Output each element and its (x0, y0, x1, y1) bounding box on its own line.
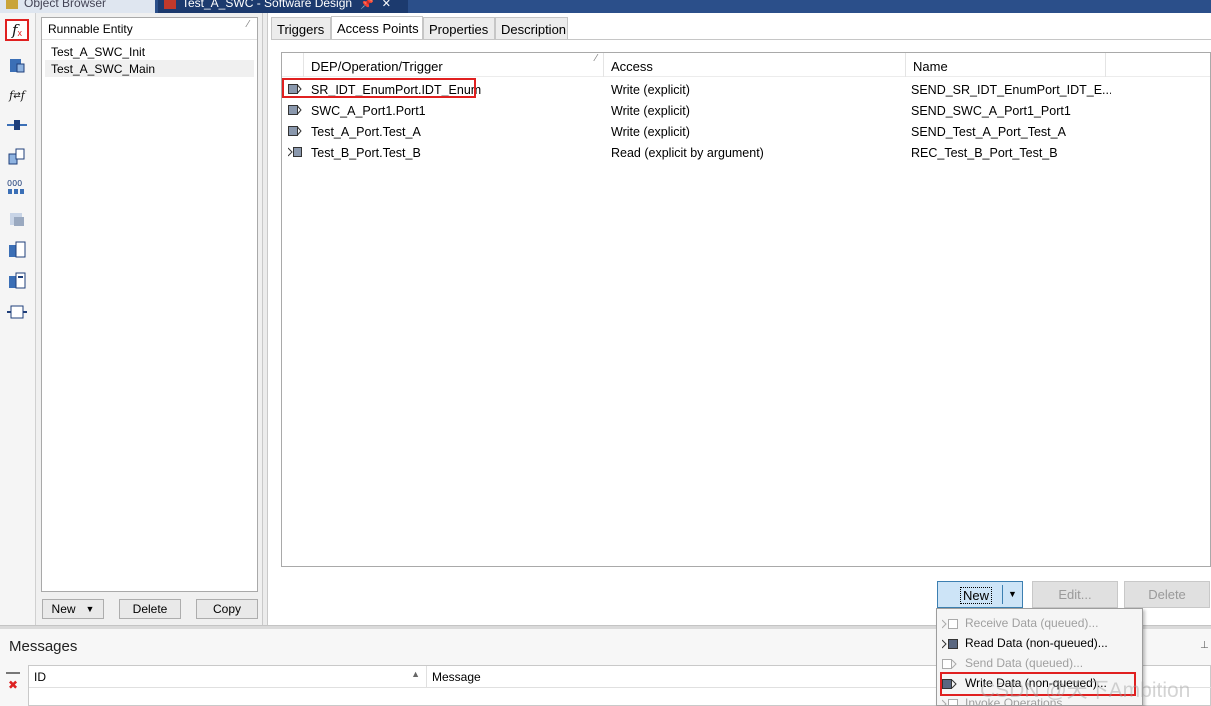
object-browser-icon (6, 0, 18, 9)
edit-button[interactable]: Edit... (1032, 581, 1118, 608)
runnable-entity-list: Runnable Entity ⁄ Test_A_SWC_Init Test_A… (41, 17, 258, 592)
menu-item-label: Send Data (queued)... (965, 656, 1084, 670)
new-access-point-label: New (960, 587, 993, 604)
runnable-entity-header-label: Runnable Entity (48, 22, 133, 36)
new-runnable-label: New (51, 602, 76, 616)
port-connector-icon[interactable] (5, 114, 29, 136)
write-port-icon (288, 105, 302, 115)
column-header-dep[interactable]: DEP/Operation/Trigger ⁄ (304, 53, 604, 77)
dep-cell: Test_B_Port.Test_B (311, 146, 421, 160)
function-mapping-icon[interactable]: f ⇄ f (5, 84, 29, 106)
tab-object-browser[interactable]: Object Browser (0, 0, 155, 13)
delete-runnable-button[interactable]: Delete (119, 599, 181, 619)
database-icon[interactable] (5, 54, 29, 76)
copy-runnable-button[interactable]: Copy (196, 599, 258, 619)
column-header-dep-label: DEP/Operation/Trigger (311, 59, 443, 74)
access-points-table: DEP/Operation/Trigger ⁄ Access Name SR_I… (281, 52, 1211, 567)
receive-queued-icon (942, 619, 958, 629)
delete-button[interactable]: Delete (1124, 581, 1210, 608)
tab-properties[interactable]: Properties (423, 17, 495, 40)
software-design-icon (164, 0, 176, 9)
dep-cell: SWC_A_Port1.Port1 (311, 104, 426, 118)
access-cell: Write (explicit) (611, 125, 690, 139)
sort-icon: ⁄ (595, 53, 597, 64)
memory-icon[interactable] (5, 270, 29, 292)
name-cell: SEND_Test_A_Port_Test_A (911, 125, 1066, 139)
watermark: CSDN @天下Ambition (980, 679, 1191, 702)
runnable-entity-header[interactable]: Runnable Entity ⁄ (42, 18, 257, 40)
table-row[interactable]: Test_B_Port.Test_B Read (explicit by arg… (282, 142, 1210, 163)
menu-item-receive-data-queued[interactable]: Receive Data (queued)... (937, 613, 1142, 633)
runnable-item[interactable]: Test_A_SWC_Init (45, 43, 254, 60)
exclusive-areas-icon[interactable] (5, 239, 29, 261)
read-port-icon (288, 147, 302, 157)
column-header-id-label: ID (34, 670, 46, 684)
send-queued-icon (942, 659, 957, 669)
read-nonqueued-icon (942, 639, 958, 649)
name-cell: SEND_SWC_A_Port1_Port1 (911, 104, 1071, 118)
sort-icon: ⁄ (247, 19, 249, 30)
table-row[interactable]: Test_A_Port.Test_A Write (explicit) SEND… (282, 121, 1210, 142)
menu-item-send-data-queued[interactable]: Send Data (queued)... (937, 653, 1142, 673)
column-header-name[interactable]: Name (906, 53, 1106, 77)
new-access-point-button[interactable]: New ▼ (937, 581, 1023, 608)
tab-object-browser-label: Object Browser (24, 0, 107, 10)
interface-icon[interactable] (5, 301, 29, 323)
column-header-access[interactable]: Access (604, 53, 906, 77)
tab-divider (271, 39, 1211, 40)
tab-access-points[interactable]: Access Points (331, 16, 423, 40)
component-icon[interactable] (5, 146, 29, 168)
dropdown-arrow-icon: ▼ (85, 604, 95, 614)
name-cell: SEND_SR_IDT_EnumPort_IDT_E... (911, 83, 1111, 97)
menu-item-read-data-nonqueued[interactable]: Read Data (non-queued)... (937, 633, 1142, 653)
dep-cell: Test_A_Port.Test_A (311, 125, 421, 139)
access-cell: Write (explicit) (611, 104, 690, 118)
data-types-icon[interactable] (5, 208, 29, 230)
access-cell: Read (explicit by argument) (611, 146, 764, 160)
svg-text:000: 000 (7, 179, 22, 188)
split-divider (1002, 585, 1003, 604)
tab-software-design-label: Test_A_SWC - Software Design (182, 0, 353, 10)
pin-icon[interactable]: 📌 (360, 0, 374, 10)
dropdown-arrow-icon[interactable]: ▼ (1008, 589, 1017, 599)
write-port-icon (288, 126, 302, 136)
highlight-box (282, 78, 476, 98)
runnable-item-selected[interactable]: Test_A_SWC_Main (45, 60, 254, 77)
name-cell: REC_Test_B_Port_Test_B (911, 146, 1058, 160)
menu-item-label: Receive Data (queued)... (965, 616, 1099, 630)
document-tab-strip: Object Browser Test_A_SWC - Software Des… (0, 0, 1211, 13)
runnable-functions-icon[interactable]: fx (5, 19, 29, 41)
left-toolbar: fx f ⇄ f 000 (0, 13, 36, 625)
icon-column-header (282, 53, 304, 77)
column-header-id[interactable]: ID ▲ (29, 666, 427, 688)
variables-icon[interactable]: 000 (5, 176, 29, 198)
messages-side-toolbar: ✖ (4, 670, 22, 706)
tab-description[interactable]: Description (495, 17, 568, 40)
tab-triggers[interactable]: Triggers (271, 17, 331, 40)
table-row[interactable]: SWC_A_Port1.Port1 Write (explicit) SEND_… (282, 100, 1210, 121)
divider (6, 672, 20, 674)
sort-ascending-icon: ▲ (411, 669, 420, 679)
access-points-header: DEP/Operation/Trigger ⁄ Access Name (282, 53, 1210, 77)
menu-item-label: Read Data (non-queued)... (965, 636, 1108, 650)
invoke-operations-icon (942, 699, 958, 705)
access-cell: Write (explicit) (611, 83, 690, 97)
clear-messages-icon[interactable]: ✖ (8, 678, 22, 692)
new-runnable-button[interactable]: New ▼ (42, 599, 104, 619)
pin-icon[interactable]: ⊥ (1200, 640, 1209, 651)
messages-title: Messages (9, 638, 78, 655)
close-icon[interactable]: ✕ (382, 0, 391, 10)
tab-software-design[interactable]: Test_A_SWC - Software Design 📌 ✕ (158, 0, 408, 13)
